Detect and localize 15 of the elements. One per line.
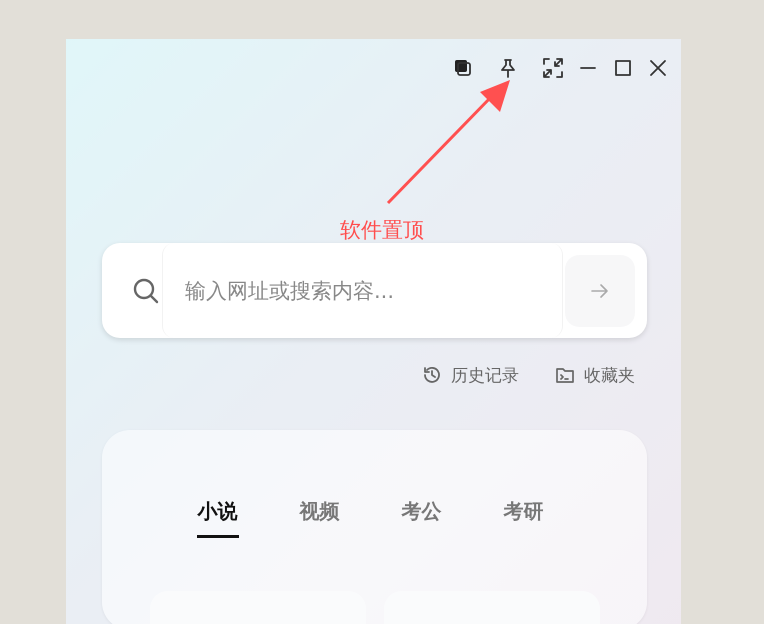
category-tab[interactable]: 视频 xyxy=(298,498,340,538)
category-tab[interactable]: 考研 xyxy=(502,498,544,538)
window-layers-icon[interactable] xyxy=(452,57,474,79)
quick-link[interactable]: 收藏夹 xyxy=(555,362,635,388)
search-field[interactable]: 输入网址或搜索内容... xyxy=(102,243,647,338)
search-icon xyxy=(132,276,160,304)
annotation-label: 软件置顶 xyxy=(340,217,424,244)
shrink-icon[interactable] xyxy=(542,57,564,79)
history-icon xyxy=(422,365,442,385)
quick-link[interactable]: 历史记录 xyxy=(422,362,519,388)
folder-icon xyxy=(555,365,575,385)
category-tab[interactable]: 小说 xyxy=(196,498,238,538)
maximize-icon[interactable] xyxy=(612,57,634,79)
close-icon[interactable] xyxy=(647,57,669,79)
category-tab[interactable]: 考公 xyxy=(400,498,442,538)
